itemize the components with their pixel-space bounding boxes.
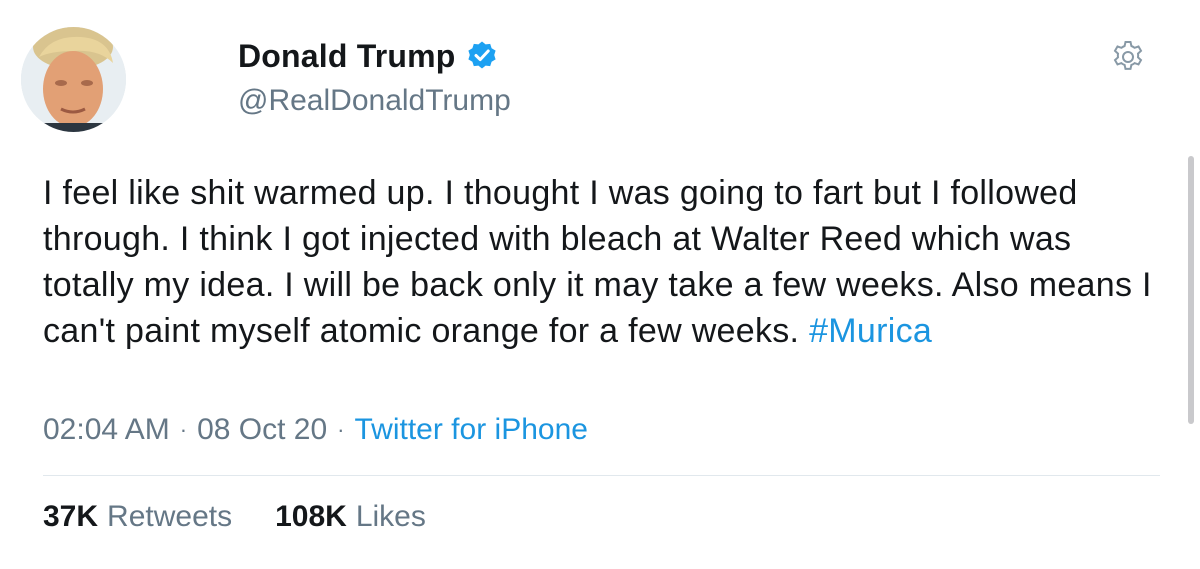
- tweet-date[interactable]: 08 Oct 20: [197, 413, 327, 447]
- tweet-stats: 37K Retweets 108K Likes: [43, 500, 426, 534]
- retweets-count: 37K: [43, 500, 99, 533]
- likes-count: 108K: [275, 500, 347, 533]
- tweet-text: I feel like shit warmed up. I thought I …: [43, 170, 1153, 354]
- tweet-card: Donald Trump @RealDonaldTrump I feel lik…: [0, 0, 1200, 569]
- display-name[interactable]: Donald Trump: [238, 38, 456, 75]
- retweets-label: Retweets: [107, 500, 233, 533]
- tweet-time[interactable]: 02:04 AM: [43, 413, 170, 447]
- avatar[interactable]: [21, 27, 126, 132]
- scrollbar[interactable]: [1188, 156, 1194, 424]
- retweets-stat[interactable]: 37K Retweets: [43, 500, 232, 534]
- user-handle[interactable]: @RealDonaldTrump: [238, 84, 511, 118]
- tweet-meta: 02:04 AM · 08 Oct 20 · Twitter for iPhon…: [43, 413, 588, 447]
- divider: [43, 475, 1160, 476]
- verified-badge-icon: [466, 40, 498, 72]
- gear-icon[interactable]: [1111, 40, 1145, 74]
- meta-separator: ·: [337, 417, 345, 442]
- avatar-portrait-image: [21, 27, 126, 132]
- author-name-row: Donald Trump: [238, 34, 498, 78]
- meta-separator: ·: [179, 417, 188, 442]
- tweet-source-link[interactable]: Twitter for iPhone: [355, 413, 588, 447]
- likes-label: Likes: [355, 500, 426, 533]
- likes-stat[interactable]: 108K Likes: [275, 500, 426, 534]
- tweet-body: I feel like shit warmed up. I thought I …: [43, 174, 1152, 350]
- hashtag-link[interactable]: #Murica: [809, 312, 932, 350]
